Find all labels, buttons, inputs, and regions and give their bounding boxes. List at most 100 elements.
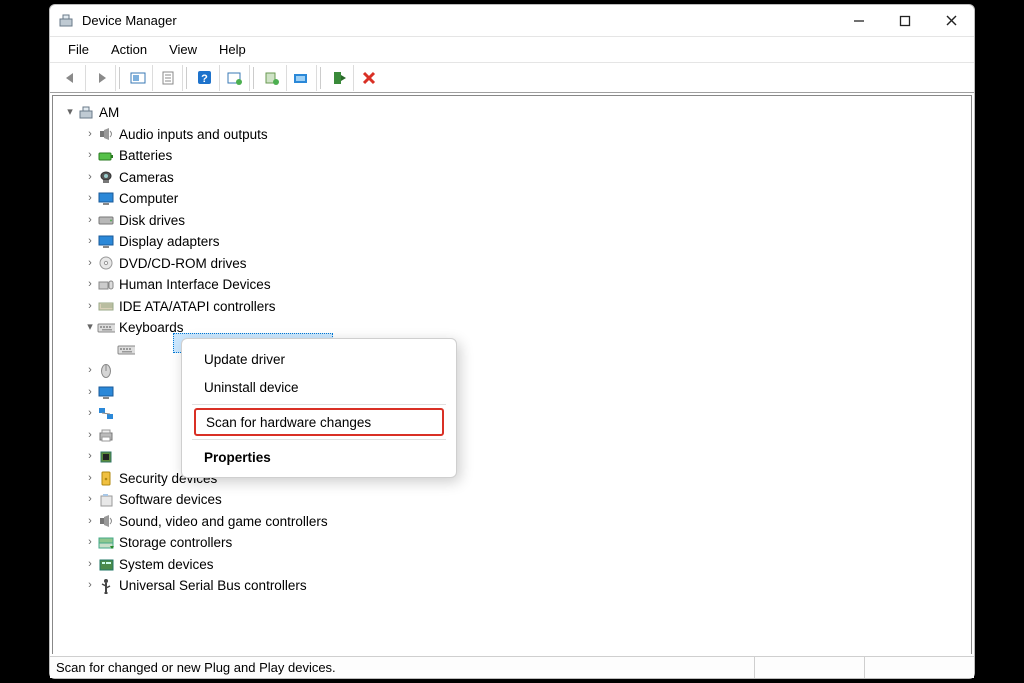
system-icon bbox=[97, 555, 115, 573]
speaker-icon bbox=[97, 512, 115, 530]
chevron-down-icon[interactable]: ▾ bbox=[63, 106, 77, 120]
ctx-separator bbox=[192, 404, 446, 405]
tree-category[interactable]: ›Disk drives bbox=[57, 210, 967, 232]
cpu-icon bbox=[97, 448, 115, 466]
tree-category[interactable]: › Cameras bbox=[57, 167, 967, 189]
svg-text:?: ? bbox=[201, 73, 208, 85]
category-label: Cameras bbox=[119, 167, 174, 189]
tree-category[interactable]: › Batteries bbox=[57, 145, 967, 167]
printer-icon bbox=[97, 426, 115, 444]
chevron-right-icon[interactable]: › bbox=[83, 407, 97, 421]
category-label: Audio inputs and outputs bbox=[119, 124, 268, 146]
chevron-right-icon[interactable]: › bbox=[83, 192, 97, 206]
computer-icon bbox=[77, 104, 95, 122]
tree-category[interactable]: › Audio inputs and outputs bbox=[57, 124, 967, 146]
chevron-right-icon[interactable]: › bbox=[83, 213, 97, 227]
toolbar-uninstall-button[interactable] bbox=[257, 65, 287, 91]
menubar: File Action View Help bbox=[50, 37, 974, 63]
chevron-right-icon[interactable]: › bbox=[83, 450, 97, 464]
camera-icon bbox=[97, 168, 115, 186]
menu-file[interactable]: File bbox=[58, 40, 99, 59]
chevron-right-icon[interactable]: › bbox=[83, 299, 97, 313]
chevron-right-icon[interactable]: › bbox=[83, 256, 97, 270]
chevron-right-icon[interactable]: › bbox=[83, 514, 97, 528]
chevron-right-icon[interactable]: › bbox=[83, 557, 97, 571]
category-label: Software devices bbox=[119, 489, 222, 511]
menu-action[interactable]: Action bbox=[101, 40, 157, 59]
disc-icon bbox=[97, 254, 115, 272]
keyboard-icon bbox=[97, 319, 115, 337]
device-tree[interactable]: ▾ AM › Audio inputs and outputs › Batteries… bbox=[52, 95, 972, 654]
chevron-down-icon[interactable]: ▾ bbox=[83, 321, 97, 335]
toolbar: ? bbox=[50, 63, 974, 93]
category-label: Sound, video and game controllers bbox=[119, 511, 328, 533]
ctx-uninstall-device[interactable]: Uninstall device bbox=[182, 373, 456, 401]
mouse-icon bbox=[97, 362, 115, 380]
tree-category[interactable]: › Computer bbox=[57, 188, 967, 210]
chevron-right-icon[interactable]: › bbox=[83, 235, 97, 249]
toolbar-forward-button[interactable] bbox=[86, 65, 116, 91]
chevron-right-icon[interactable]: › bbox=[83, 428, 97, 442]
context-menu: Update driver Uninstall device Scan for … bbox=[181, 338, 457, 478]
toolbar-back-button[interactable] bbox=[56, 65, 86, 91]
toolbar-properties-button[interactable] bbox=[153, 65, 183, 91]
category-label: Human Interface Devices bbox=[119, 274, 271, 296]
window-buttons bbox=[836, 5, 974, 37]
chevron-right-icon[interactable]: › bbox=[83, 149, 97, 163]
minimize-button[interactable] bbox=[836, 5, 882, 37]
network-icon bbox=[97, 405, 115, 423]
toolbar-disable-button[interactable] bbox=[354, 65, 384, 91]
tree-category[interactable]: › System devices bbox=[57, 554, 967, 576]
toolbar-help-button[interactable]: ? bbox=[190, 65, 220, 91]
chevron-right-icon[interactable]: › bbox=[83, 536, 97, 550]
disk-icon bbox=[97, 211, 115, 229]
menu-help[interactable]: Help bbox=[209, 40, 256, 59]
tree-root[interactable]: ▾ AM bbox=[57, 102, 967, 124]
monitor-icon bbox=[97, 383, 115, 401]
chevron-right-icon[interactable]: › bbox=[83, 127, 97, 141]
ide-icon bbox=[97, 297, 115, 315]
window-title: Device Manager bbox=[82, 13, 177, 28]
toolbar-update-driver-button[interactable] bbox=[220, 65, 250, 91]
tree-category[interactable]: › Universal Serial Bus controllers bbox=[57, 575, 967, 597]
chevron-right-icon[interactable]: › bbox=[83, 170, 97, 184]
chevron-right-icon[interactable]: › bbox=[83, 579, 97, 593]
ctx-update-driver[interactable]: Update driver bbox=[182, 345, 456, 373]
speaker-icon bbox=[97, 125, 115, 143]
software-icon bbox=[97, 491, 115, 509]
device-manager-window: Device Manager File Action View Help ? ▾ bbox=[49, 4, 975, 679]
root-label: AM bbox=[99, 102, 119, 124]
toolbar-scan-hardware-button[interactable] bbox=[287, 65, 317, 91]
chevron-right-icon[interactable]: › bbox=[83, 278, 97, 292]
monitor-icon bbox=[97, 233, 115, 251]
category-label: Batteries bbox=[119, 145, 172, 167]
category-label: Storage controllers bbox=[119, 532, 232, 554]
menu-view[interactable]: View bbox=[159, 40, 207, 59]
tree-category[interactable]: › DVD/CD-ROM drives bbox=[57, 253, 967, 275]
maximize-button[interactable] bbox=[882, 5, 928, 37]
keyboard-icon bbox=[117, 340, 135, 358]
category-label: Computer bbox=[119, 188, 178, 210]
close-button[interactable] bbox=[928, 5, 974, 37]
ctx-properties[interactable]: Properties bbox=[182, 443, 456, 471]
category-label: DVD/CD-ROM drives bbox=[119, 253, 247, 275]
toolbar-enable-button[interactable] bbox=[324, 65, 354, 91]
tree-category[interactable]: ›Display adapters bbox=[57, 231, 967, 253]
statusbar-cell bbox=[864, 657, 974, 678]
statusbar: Scan for changed or new Plug and Play de… bbox=[50, 656, 974, 678]
chevron-right-icon[interactable]: › bbox=[83, 471, 97, 485]
toolbar-show-hidden-button[interactable] bbox=[123, 65, 153, 91]
monitor-icon bbox=[97, 190, 115, 208]
tree-category[interactable]: › Sound, video and game controllers bbox=[57, 511, 967, 533]
status-text: Scan for changed or new Plug and Play de… bbox=[56, 660, 336, 675]
tree-category[interactable]: › Software devices bbox=[57, 489, 967, 511]
chevron-right-icon[interactable]: › bbox=[83, 493, 97, 507]
chevron-right-icon[interactable]: › bbox=[83, 364, 97, 378]
tree-category[interactable]: › Storage controllers bbox=[57, 532, 967, 554]
ctx-scan-hardware[interactable]: Scan for hardware changes bbox=[194, 408, 444, 436]
category-label: System devices bbox=[119, 554, 214, 576]
tree-category[interactable]: ›IDE ATA/ATAPI controllers bbox=[57, 296, 967, 318]
chevron-right-icon[interactable]: › bbox=[83, 385, 97, 399]
tree-category[interactable]: › Human Interface Devices bbox=[57, 274, 967, 296]
category-label: Universal Serial Bus controllers bbox=[119, 575, 307, 597]
